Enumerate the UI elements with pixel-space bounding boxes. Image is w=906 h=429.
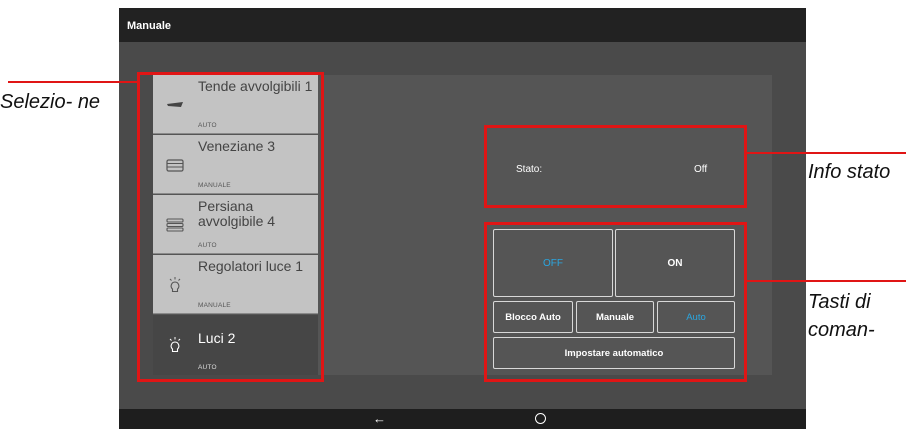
selection-callout-line [8,81,139,83]
home-circle-icon[interactable] [535,413,546,424]
controls-highlight-box [484,222,747,382]
status-callout-line [745,152,906,154]
annotation-tasti: Tasti di coman- [808,291,875,341]
annotation-info-stato: Info stato [808,161,891,183]
android-nav-bar: ← [119,409,806,429]
app-title-bar: Manuale [119,8,806,42]
back-arrow-icon[interactable]: ← [373,410,386,428]
selection-highlight-box [137,72,324,382]
status-highlight-box [484,125,747,208]
controls-callout-line [745,280,906,282]
annotation-selezione: Selezio- ne [0,91,101,113]
page-title: Manuale [127,20,172,32]
